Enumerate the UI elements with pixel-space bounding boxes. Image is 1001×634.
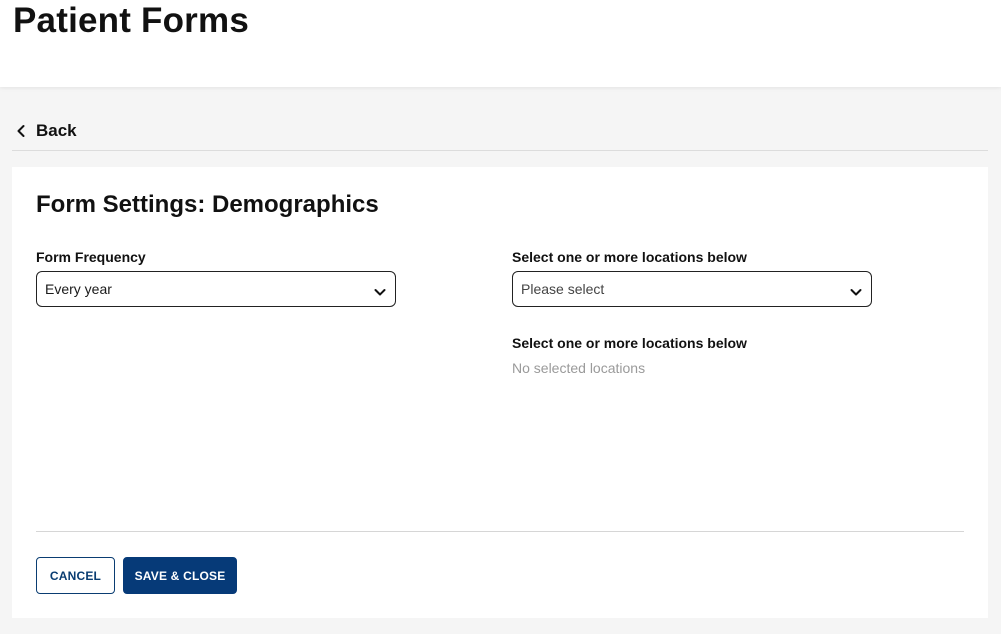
locations-select-label: Select one or more locations below <box>512 249 747 265</box>
selected-locations-label: Select one or more locations below <box>512 335 747 351</box>
selected-locations-empty: No selected locations <box>512 360 646 376</box>
footer-divider <box>36 531 964 532</box>
back-label: Back <box>36 121 77 140</box>
cancel-button[interactable]: CANCEL <box>36 557 115 594</box>
page-title: Patient Forms <box>13 1 249 40</box>
locations-select-placeholder: Please select <box>521 281 605 297</box>
back-link[interactable]: Back <box>16 121 77 141</box>
form-settings-title: Form Settings: Demographics <box>36 191 379 218</box>
form-frequency-label: Form Frequency <box>36 249 146 265</box>
chevron-down-icon <box>850 284 862 302</box>
back-bar: Back <box>12 114 988 151</box>
chevron-left-icon <box>16 124 26 138</box>
save-and-close-button[interactable]: SAVE & CLOSE <box>123 557 237 594</box>
page-header: Patient Forms <box>0 0 1001 87</box>
form-settings-card: Form Settings: Demographics Form Frequen… <box>12 167 988 618</box>
chevron-down-icon <box>374 284 386 302</box>
locations-select[interactable]: Please select <box>512 271 872 307</box>
form-frequency-value: Every year <box>45 281 112 297</box>
form-frequency-select[interactable]: Every year <box>36 271 396 307</box>
